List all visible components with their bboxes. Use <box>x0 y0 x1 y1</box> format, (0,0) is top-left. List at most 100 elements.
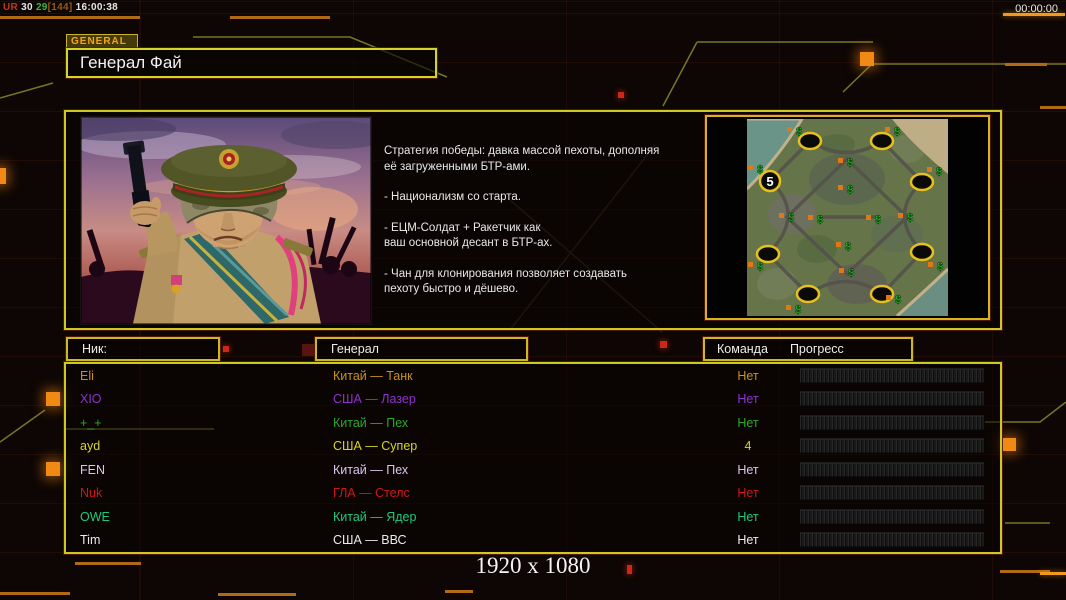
decor-line <box>218 593 296 596</box>
supply-dollar-icon: $ <box>936 166 942 178</box>
player-team: Нет <box>737 486 759 501</box>
supply-dollar-icon: $ <box>937 261 943 273</box>
player-general: США — Супер <box>333 439 418 454</box>
supply-dollar-icon: $ <box>848 267 854 279</box>
debug-segment: 16:00:38 <box>72 2 119 13</box>
player-general: Китай — Ядер <box>333 509 417 524</box>
general-portrait <box>80 116 372 325</box>
debug-segment: [144] <box>47 2 73 13</box>
player-progress-bar <box>800 532 984 548</box>
portrait-art <box>81 117 371 324</box>
player-progress-bar <box>800 415 984 431</box>
supply-dollar-icon: $ <box>845 241 851 253</box>
supply-pile-dot <box>838 158 843 163</box>
decor-square <box>0 168 6 184</box>
supply-pile-dot <box>898 213 903 218</box>
general-tag: GENERAL <box>66 34 138 48</box>
decor-square <box>46 462 60 476</box>
briefing-paragraph: - Чан для клонирования позволяет создава… <box>384 267 627 296</box>
supply-pile-dot <box>748 262 753 267</box>
decor-square <box>860 52 874 66</box>
player-name: XIO <box>80 392 102 407</box>
player-row: ayd США — Супер 4 <box>66 435 1000 459</box>
supply-pile-dot <box>779 213 784 218</box>
supply-pile-dot <box>787 127 792 132</box>
supply-pile-dot <box>808 215 813 220</box>
header-progress: Прогресс <box>789 342 844 356</box>
player-row: XIO США — Лазер Нет <box>66 388 1000 412</box>
player-general: Китай — Пех <box>333 415 409 430</box>
player-row: Nuk ГЛА — Стелс Нет <box>66 482 1000 506</box>
player-row: Eli Китай — Танк Нет <box>66 364 1000 388</box>
general-title: Генерал Фай <box>66 48 437 78</box>
player-progress-bar <box>800 509 984 525</box>
supply-dollar-icon: $ <box>907 212 913 224</box>
player-row: OWE Китай — Ядер Нет <box>66 505 1000 529</box>
debug-readout: UR 30 29[144] 16:00:38 <box>3 2 118 13</box>
supply-dollar-icon: $ <box>788 212 794 224</box>
supply-dollar-icon: $ <box>847 184 853 196</box>
decor-line <box>75 562 141 565</box>
decor-square <box>1003 438 1016 451</box>
debug-segment: UR <box>3 2 19 13</box>
supply-pile-dot <box>836 242 841 247</box>
supply-pile-dot <box>839 268 844 273</box>
header-team: Команда <box>717 342 768 356</box>
supply-dollar-icon: $ <box>817 214 823 226</box>
player-name: Eli <box>80 368 94 383</box>
player-progress-bar <box>800 485 984 501</box>
decor-line <box>0 16 140 19</box>
player-progress-bar <box>800 368 984 384</box>
loading-screen: UR 30 29[144] 16:00:38 00:00:00 GENERAL … <box>0 0 1066 600</box>
player-name: +_+ <box>80 415 102 430</box>
player-general: США — Лазер <box>333 392 416 407</box>
player-team: Нет <box>737 415 759 430</box>
player-name: Nuk <box>80 486 103 501</box>
supply-pile-dot <box>885 127 890 132</box>
player-table: Eli Китай — Танк Нет XIO США — Лазер Нет +_+ Ки… <box>64 362 1002 554</box>
player-row: FEN Китай — Пех Нет <box>66 458 1000 482</box>
decor-line <box>1005 63 1047 66</box>
decor-line <box>1040 572 1066 575</box>
supply-pile-dot <box>748 165 753 170</box>
decor-square <box>302 344 314 356</box>
supply-pile-dot <box>886 295 891 300</box>
player-general: ГЛА — Стелс <box>333 486 410 501</box>
player-team: Нет <box>737 368 759 383</box>
decor-line <box>1040 106 1066 109</box>
supply-pile-dot <box>786 305 791 310</box>
player-general: США — ВВС <box>333 533 407 548</box>
supply-pile-dot <box>838 185 843 190</box>
player-row: +_+ Китай — Пех Нет <box>66 411 1000 435</box>
supply-dollar-icon: $ <box>795 304 801 316</box>
supply-dollar-icon: $ <box>757 261 763 273</box>
map-preview-box: 5 $ $ $ $ $ $ $ $ $ $ $ $ $ $ $ $ <box>705 115 990 320</box>
supply-pile-dot <box>927 167 932 172</box>
player-name: OWE <box>80 509 110 524</box>
resolution-label: 1920 x 1080 <box>475 553 591 578</box>
player-name: ayd <box>80 439 101 454</box>
player-team: Нет <box>737 509 759 524</box>
player-progress-bar <box>800 462 984 478</box>
decor-line <box>445 590 473 593</box>
header-nick: Ник: <box>66 337 220 361</box>
decor-line <box>230 16 330 19</box>
game-timer: 00:00:00 <box>1015 3 1058 15</box>
player-team: Нет <box>737 392 759 407</box>
header-general: Генерал <box>315 337 528 361</box>
player-team: Нет <box>737 533 759 548</box>
player-general: Китай — Танк <box>333 368 413 383</box>
briefing-paragraph: Стратегия победы: давка массой пехоты, д… <box>384 145 660 173</box>
player-progress-bar <box>800 438 984 454</box>
supply-dollar-icon: $ <box>757 164 763 176</box>
supply-dollar-icon: $ <box>894 126 900 138</box>
decor-square <box>223 346 229 352</box>
decor-square <box>46 392 60 406</box>
player-row: Tim США — ВВС Нет <box>66 529 1000 553</box>
map-preview: 5 $ $ $ $ $ $ $ $ $ $ $ $ $ $ $ $ <box>747 119 948 316</box>
briefing-paragraph: - Национализм со старта. <box>384 191 522 204</box>
decor-square <box>618 92 624 98</box>
decor-line <box>0 592 70 595</box>
start-position-number: 5 <box>766 174 773 189</box>
player-name: FEN <box>80 462 105 477</box>
